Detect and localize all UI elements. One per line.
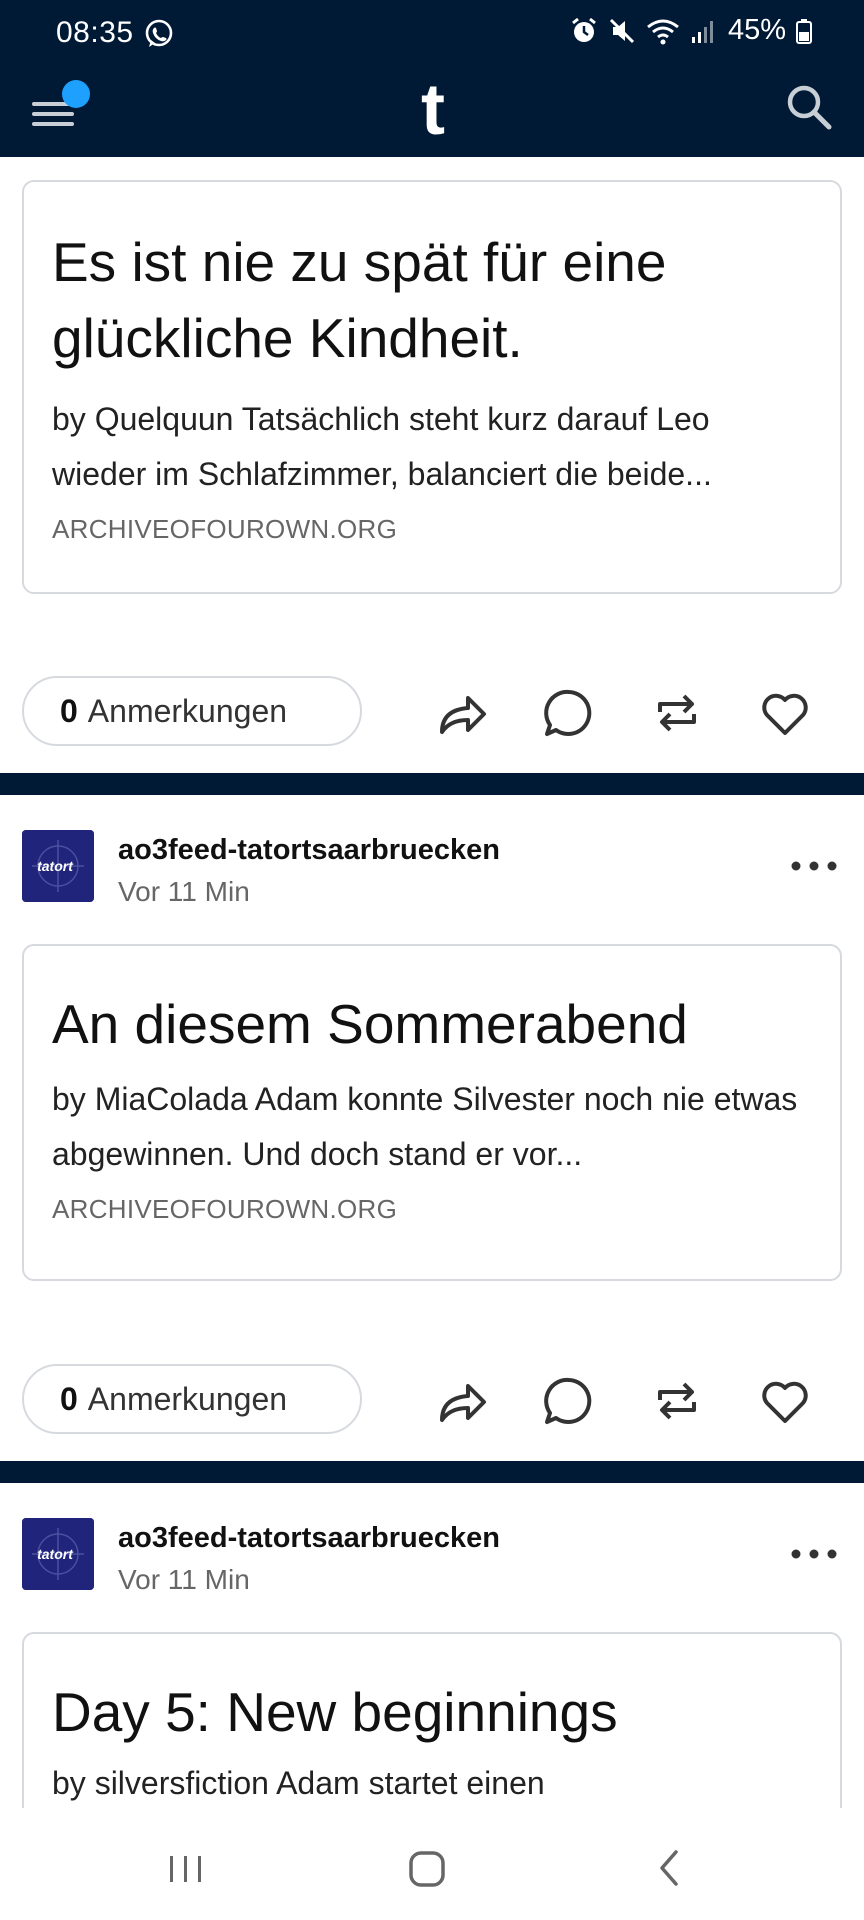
blog-avatar[interactable]: tatort [22,1518,94,1590]
link-card-title: An diesem Sommerabend [52,993,688,1055]
link-card[interactable]: An diesem Sommerabend by MiaColada Adam … [22,944,842,1281]
more-options-icon[interactable] [786,1534,842,1574]
blog-name[interactable]: ao3feed-tatortsaarbruecken [118,1522,500,1555]
like-icon[interactable] [758,686,812,740]
system-icons: 45% [570,14,812,47]
post-actions: 0 Anmerkungen [22,676,842,746]
share-icon[interactable] [434,686,488,740]
notes-label: Anmerkungen [87,1380,288,1417]
reblog-icon[interactable] [650,1374,704,1428]
link-card-title: Day 5: New beginnings [52,1681,618,1743]
like-icon[interactable] [758,1374,812,1428]
link-card-excerpt: by silversfiction Adam startet einen [52,1765,545,1801]
link-card-excerpt: by MiaColada Adam konnte Silvester noch … [52,1081,798,1172]
post-time: Vor 11 Min [118,876,250,907]
recent-apps-icon[interactable] [156,1838,216,1898]
status-time: 08:35 [56,16,134,49]
logo-letter: t [421,72,445,142]
notes-count: 0 [60,692,78,729]
link-card-source: ARCHIVEOFOUROWN.ORG [52,514,398,544]
share-icon[interactable] [434,1374,488,1428]
app-bar: t [0,70,864,157]
post-header: tatort ao3feed-tatortsaarbruecken Vor 11… [22,1518,842,1598]
reply-icon[interactable] [542,686,596,740]
notes-button[interactable]: 0 Anmerkungen [22,1364,362,1434]
back-icon[interactable] [640,1838,700,1898]
link-card[interactable]: Es ist nie zu spät für eine glückliche K… [22,180,842,594]
avatar-text: tatort [37,1546,74,1562]
link-card-excerpt: by Quelquun Tatsächlich steht kurz darau… [52,401,712,492]
signal-icon [691,20,713,43]
notes-label: Anmerkungen [87,692,288,729]
notification-dot [62,80,90,108]
reblog-icon[interactable] [650,686,704,740]
search-icon[interactable] [784,82,834,132]
blog-name[interactable]: ao3feed-tatortsaarbruecken [118,834,500,867]
battery-icon [796,18,812,44]
notes-count: 0 [60,1380,78,1417]
blog-avatar[interactable]: tatort [22,830,94,902]
reply-icon[interactable] [542,1374,596,1428]
avatar-text: tatort [37,858,74,874]
mute-icon [609,18,635,43]
more-options-icon[interactable] [786,846,842,886]
top-header: 08:35 45% t [0,0,864,157]
alarm-icon [572,17,596,42]
post-header: tatort ao3feed-tatortsaarbruecken Vor 11… [22,830,842,910]
post-divider [0,773,864,795]
link-card-source: ARCHIVEOFOUROWN.ORG [52,1194,398,1224]
link-card-title: Es ist nie zu spät für eine glückliche K… [52,231,667,369]
notes-button[interactable]: 0 Anmerkungen [22,676,362,746]
post-actions: 0 Anmerkungen [22,1364,842,1434]
tumblr-logo-icon[interactable]: t [410,72,456,142]
tatort-logo-icon: tatort [22,830,94,902]
system-nav-bar [0,1808,864,1920]
home-icon[interactable] [398,1838,458,1898]
battery-percent: 45% [727,14,786,46]
status-bar: 08:35 45% [0,0,864,70]
tatort-logo-icon: tatort [22,1518,94,1590]
post-time: Vor 11 Min [118,1564,250,1595]
wifi-icon [647,19,679,44]
whatsapp-icon [145,19,173,47]
post-divider [0,1461,864,1483]
